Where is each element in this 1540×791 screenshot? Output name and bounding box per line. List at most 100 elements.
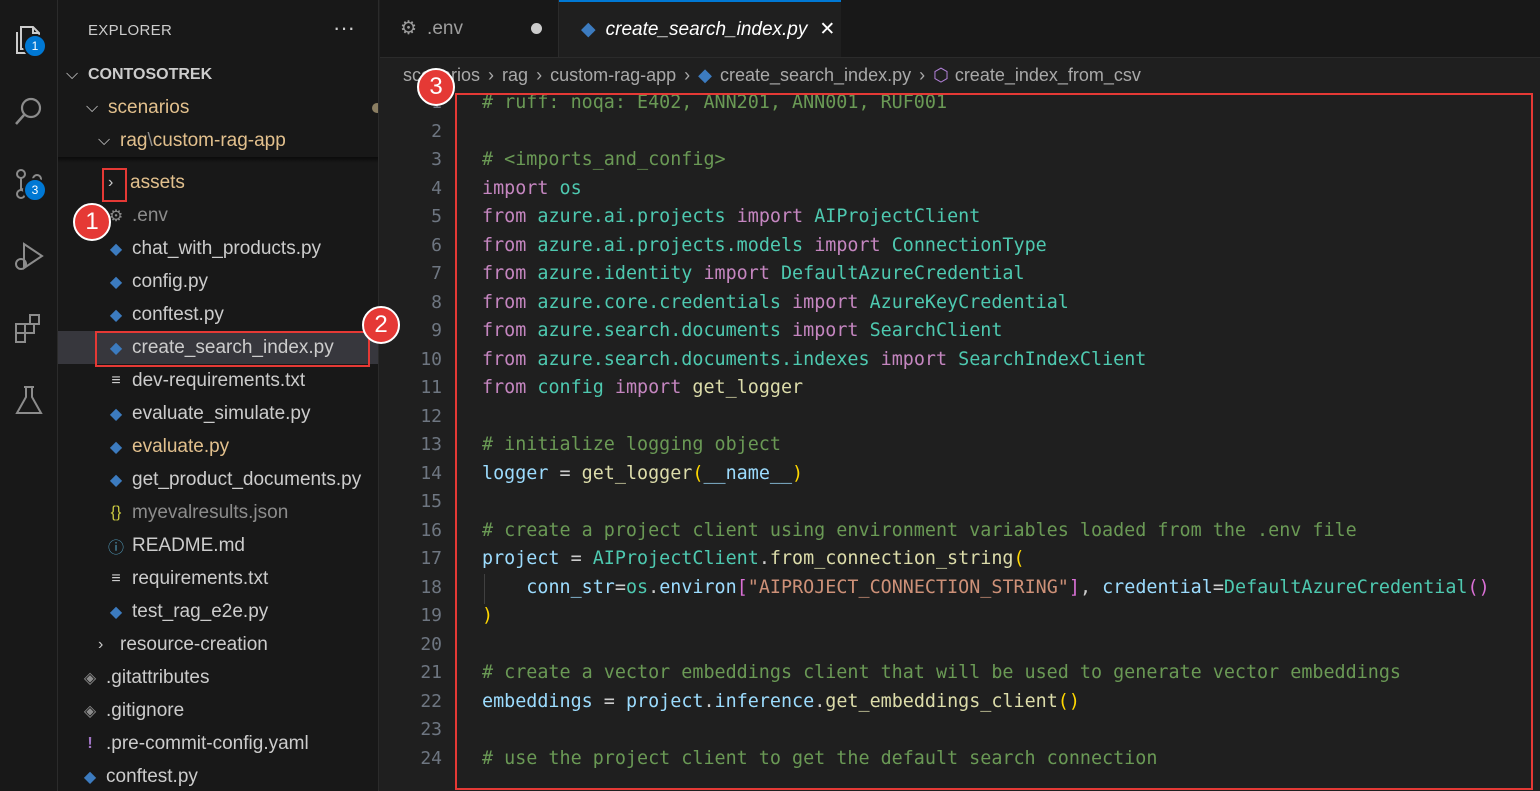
python-file-icon: ◆ xyxy=(581,19,596,40)
explorer-activity-button[interactable]: 1 xyxy=(0,14,57,66)
extensions-icon xyxy=(14,314,40,343)
tree-file[interactable]: ⓘ README.md xyxy=(58,529,378,562)
file-label: requirements.txt xyxy=(132,567,269,589)
sticky-scroll-shadow xyxy=(58,157,378,163)
tab-create-search-index[interactable]: ◆ create_search_index.py ✕ xyxy=(559,0,841,57)
line-number: 10 xyxy=(420,348,442,370)
tree-file[interactable]: ◆ conftest.py xyxy=(58,760,378,791)
explorer-sidebar: EXPLORER ··· ⌵ CONTOSOTREK ⌵ scenarios ⌵… xyxy=(58,0,379,791)
tree-folder-scenarios[interactable]: ⌵ scenarios xyxy=(58,91,378,124)
line-number: 19 xyxy=(420,605,442,626)
gear-icon: ⚙ xyxy=(400,18,418,39)
tree-file[interactable]: ◆ evaluate.py M xyxy=(58,430,378,463)
line-number: 21 xyxy=(420,662,442,683)
python-file-icon: ◆ xyxy=(109,405,123,423)
python-file-icon: ◆ xyxy=(83,768,97,786)
line-number: 22 xyxy=(420,690,442,712)
testing-icon xyxy=(14,386,43,414)
tree-file[interactable]: ≡ dev-requirements.txt xyxy=(58,364,378,397)
source-control-badge: 3 xyxy=(23,178,47,202)
file-label: dev-requirements.txt xyxy=(132,369,306,391)
tree-folder-rag-custom-rag-app[interactable]: ⌵ rag \ custom-rag-app xyxy=(58,124,378,157)
text-file-icon: ≡ xyxy=(111,371,121,389)
unsaved-dot-icon[interactable] xyxy=(531,23,542,34)
line-number: 18 xyxy=(420,576,442,598)
tree-file[interactable]: ◆ conftest.py xyxy=(58,298,378,331)
line-number: 11 xyxy=(420,377,442,398)
line-number: 17 xyxy=(420,548,442,569)
callout-step-1: 1 xyxy=(73,203,111,241)
activity-bar: 1 3 xyxy=(0,0,58,791)
line-number: 2 xyxy=(431,120,442,142)
file-label: myevalresults.json xyxy=(132,501,289,523)
source-control-activity-button[interactable]: 3 xyxy=(0,158,57,210)
python-file-icon: ◆ xyxy=(109,438,123,456)
line-number: 23 xyxy=(420,719,442,740)
info-icon: ⓘ xyxy=(107,539,124,557)
line-number: 5 xyxy=(431,206,442,227)
breadcrumb: scenarios › rag › custom-rag-app › ◆ cre… xyxy=(403,62,1141,88)
line-number: 20 xyxy=(420,633,442,655)
method-symbol-icon: ⬡ xyxy=(933,64,949,85)
callout-step-3: 3 xyxy=(417,68,455,106)
tree-file[interactable]: ≡ requirements.txt xyxy=(58,562,378,595)
chevron-right-icon: › xyxy=(919,64,926,85)
highlight-box-selected-file xyxy=(95,331,370,367)
close-icon[interactable]: ✕ xyxy=(819,18,835,41)
explorer-badge: 1 xyxy=(23,34,47,58)
folder-label: assets xyxy=(130,171,185,193)
python-file-icon: ◆ xyxy=(109,240,123,258)
chevron-down-icon: ⌵ xyxy=(66,65,79,83)
run-debug-icon xyxy=(14,242,44,270)
file-label: evaluate_simulate.py xyxy=(132,402,311,424)
tree-file[interactable]: ! .pre-commit-config.yaml xyxy=(58,727,378,760)
line-number: 4 xyxy=(431,177,442,199)
tree-file[interactable]: ◆ test_rag_e2e.py xyxy=(58,595,378,628)
file-label: config.py xyxy=(132,270,209,292)
tab-label: .env xyxy=(427,17,463,39)
breadcrumb-item[interactable]: create_search_index.py xyxy=(720,65,911,86)
file-label: conftest.py xyxy=(106,765,198,787)
tree-file[interactable]: ◆ chat_with_products.py xyxy=(58,232,378,265)
python-file-icon: ◆ xyxy=(109,273,123,291)
line-number: 3 xyxy=(431,149,442,170)
python-file-icon: ◆ xyxy=(109,603,123,621)
yaml-file-icon: ! xyxy=(87,734,93,752)
tab-env[interactable]: ⚙ .env xyxy=(380,0,559,57)
tree-root-folder[interactable]: ⌵ CONTOSOTREK xyxy=(58,58,378,91)
chevron-down-icon: ⌵ xyxy=(86,98,99,116)
git-file-icon: ◈ xyxy=(83,702,97,720)
git-file-icon: ◈ xyxy=(83,669,97,687)
tree-folder-resource-creation[interactable]: › resource-creation xyxy=(58,628,378,661)
breadcrumb-item[interactable]: custom-rag-app xyxy=(550,65,676,86)
testing-activity-button[interactable] xyxy=(0,374,57,426)
tree-file[interactable]: ◈ .gitignore xyxy=(58,694,378,727)
callout-step-2: 2 xyxy=(362,306,400,344)
tree-file[interactable]: ◆ get_product_documents.py xyxy=(58,463,378,496)
python-file-icon: ◆ xyxy=(109,306,123,324)
run-debug-activity-button[interactable] xyxy=(0,230,57,282)
folder-label: rag xyxy=(120,129,148,151)
highlight-box-editor xyxy=(455,93,1533,790)
search-activity-button[interactable] xyxy=(0,86,57,138)
tree-file[interactable]: ◆ evaluate_simulate.py xyxy=(58,397,378,430)
tree-file[interactable]: ◈ .gitattributes xyxy=(58,661,378,694)
chevron-right-icon: › xyxy=(684,64,691,85)
tree-file[interactable]: ◆ config.py xyxy=(58,265,378,298)
search-icon xyxy=(14,97,41,125)
root-folder-label: CONTOSOTREK xyxy=(88,65,213,83)
file-label: conftest.py xyxy=(132,303,224,325)
python-file-icon: ◆ xyxy=(698,64,712,85)
chevron-right-icon: › xyxy=(98,635,104,653)
tree-file[interactable]: {} myevalresults.json xyxy=(58,496,378,529)
breadcrumb-item[interactable]: rag xyxy=(502,65,528,86)
file-label: get_product_documents.py xyxy=(132,468,362,490)
breadcrumb-item[interactable]: create_index_from_csv xyxy=(955,65,1141,86)
line-number: 12 xyxy=(420,405,442,427)
file-label: chat_with_products.py xyxy=(132,237,322,259)
line-number: 14 xyxy=(420,462,442,484)
file-label: .gitattributes xyxy=(106,666,210,688)
file-label: .env xyxy=(132,204,168,226)
extensions-activity-button[interactable] xyxy=(0,302,57,354)
more-actions-button[interactable]: ··· xyxy=(333,15,355,41)
